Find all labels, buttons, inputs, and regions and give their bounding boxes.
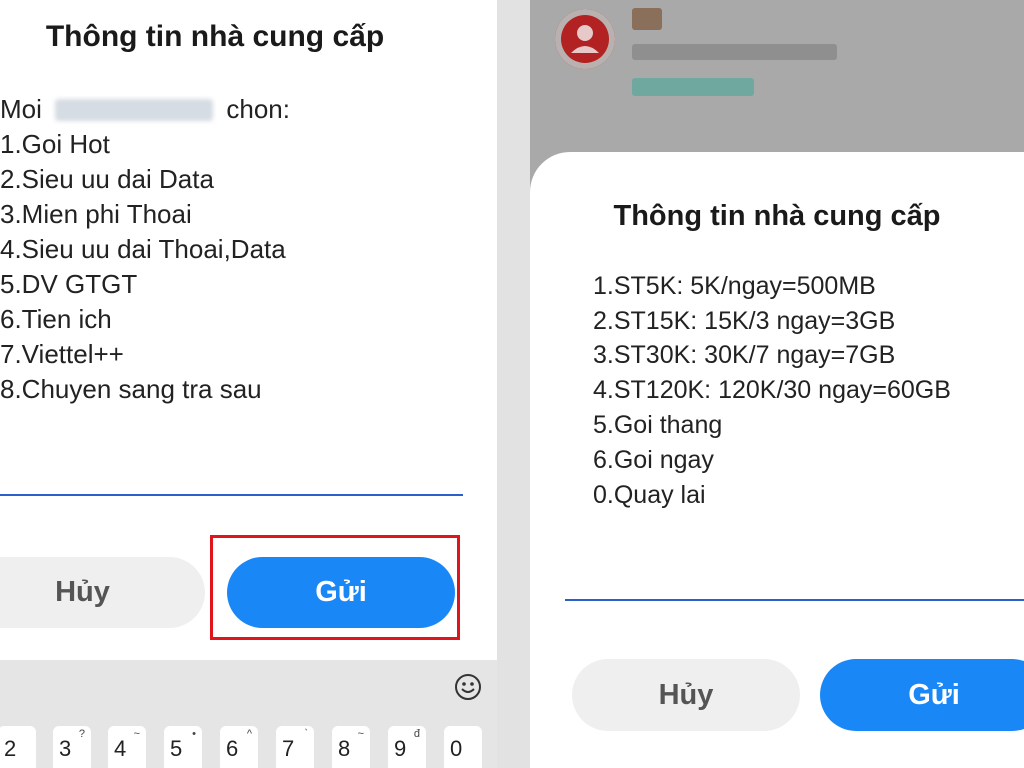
dialog-title: Thông tin nhà cung cấp <box>45 20 385 53</box>
intro-suffix: chon: <box>226 94 290 124</box>
panel-divider <box>497 0 530 768</box>
notification-thumbnail <box>632 8 662 30</box>
menu-item: 5.DV GTGT <box>0 269 138 299</box>
menu-item: 4.ST120K: 120K/30 ngay=60GB <box>593 376 951 404</box>
right-ussd-dialog: Thông tin nhà cung cấp 1.ST5K: 5K/ngay=5… <box>530 152 1024 768</box>
key-4[interactable]: 4 ~ <box>108 726 146 768</box>
menu-item: 0.Quay lai <box>593 481 706 509</box>
notification-text <box>632 44 837 60</box>
intro-prefix: Moi <box>0 94 42 124</box>
menu-item: 2.Sieu uu dai Data <box>0 164 214 194</box>
menu-item: 7.Viettel++ <box>0 339 124 369</box>
reply-input[interactable] <box>0 494 463 496</box>
key-5[interactable]: 5 • <box>164 726 202 768</box>
key-3[interactable]: 3? <box>53 726 91 768</box>
right-screen: Thông tin nhà cung cấp 1.ST5K: 5K/ngay=5… <box>530 0 1024 768</box>
key-9[interactable]: 9đ <box>388 726 426 768</box>
left-ussd-dialog: Thông tin nhà cung cấp Moi chon: 1.Goi H… <box>0 0 497 768</box>
avatar-icon <box>555 9 615 69</box>
key-2[interactable]: 2 <box>0 726 36 768</box>
cancel-button[interactable]: Hủy <box>572 659 800 731</box>
cancel-button[interactable]: Hủy <box>0 557 205 628</box>
menu-item: 2.ST15K: 15K/3 ngay=3GB <box>593 307 896 335</box>
key-8[interactable]: 8 ~ <box>332 726 370 768</box>
key-7[interactable]: 7 ` <box>276 726 314 768</box>
dialog-title: Thông tin nhà cung cấp <box>613 200 941 232</box>
highlight-box <box>210 535 460 640</box>
menu-item: 6.Tien ich <box>0 304 112 334</box>
key-6[interactable]: 6 ^ <box>220 726 258 768</box>
redacted-phone-number <box>55 99 214 121</box>
notification-subtext <box>632 78 754 96</box>
menu-item: 6.Goi ngay <box>593 446 714 474</box>
person-icon <box>571 25 599 53</box>
menu-item: 3.ST30K: 30K/7 ngay=7GB <box>593 341 896 369</box>
key-0[interactable]: 0 <box>444 726 482 768</box>
menu-item: 4.Sieu uu dai Thoai,Data <box>0 234 286 264</box>
intro-line: Moi chon: <box>0 94 290 125</box>
menu-item: 1.ST5K: 5K/ngay=500MB <box>593 272 876 300</box>
menu-item: 8.Chuyen sang tra sau <box>0 374 262 404</box>
send-button[interactable]: Gửi <box>820 659 1024 731</box>
smiley-icon[interactable] <box>454 673 482 701</box>
menu-item: 5.Goi thang <box>593 411 723 439</box>
menu-item: 1.Goi Hot <box>0 129 110 159</box>
reply-input[interactable] <box>565 599 1024 601</box>
menu-item: 3.Mien phi Thoai <box>0 199 192 229</box>
